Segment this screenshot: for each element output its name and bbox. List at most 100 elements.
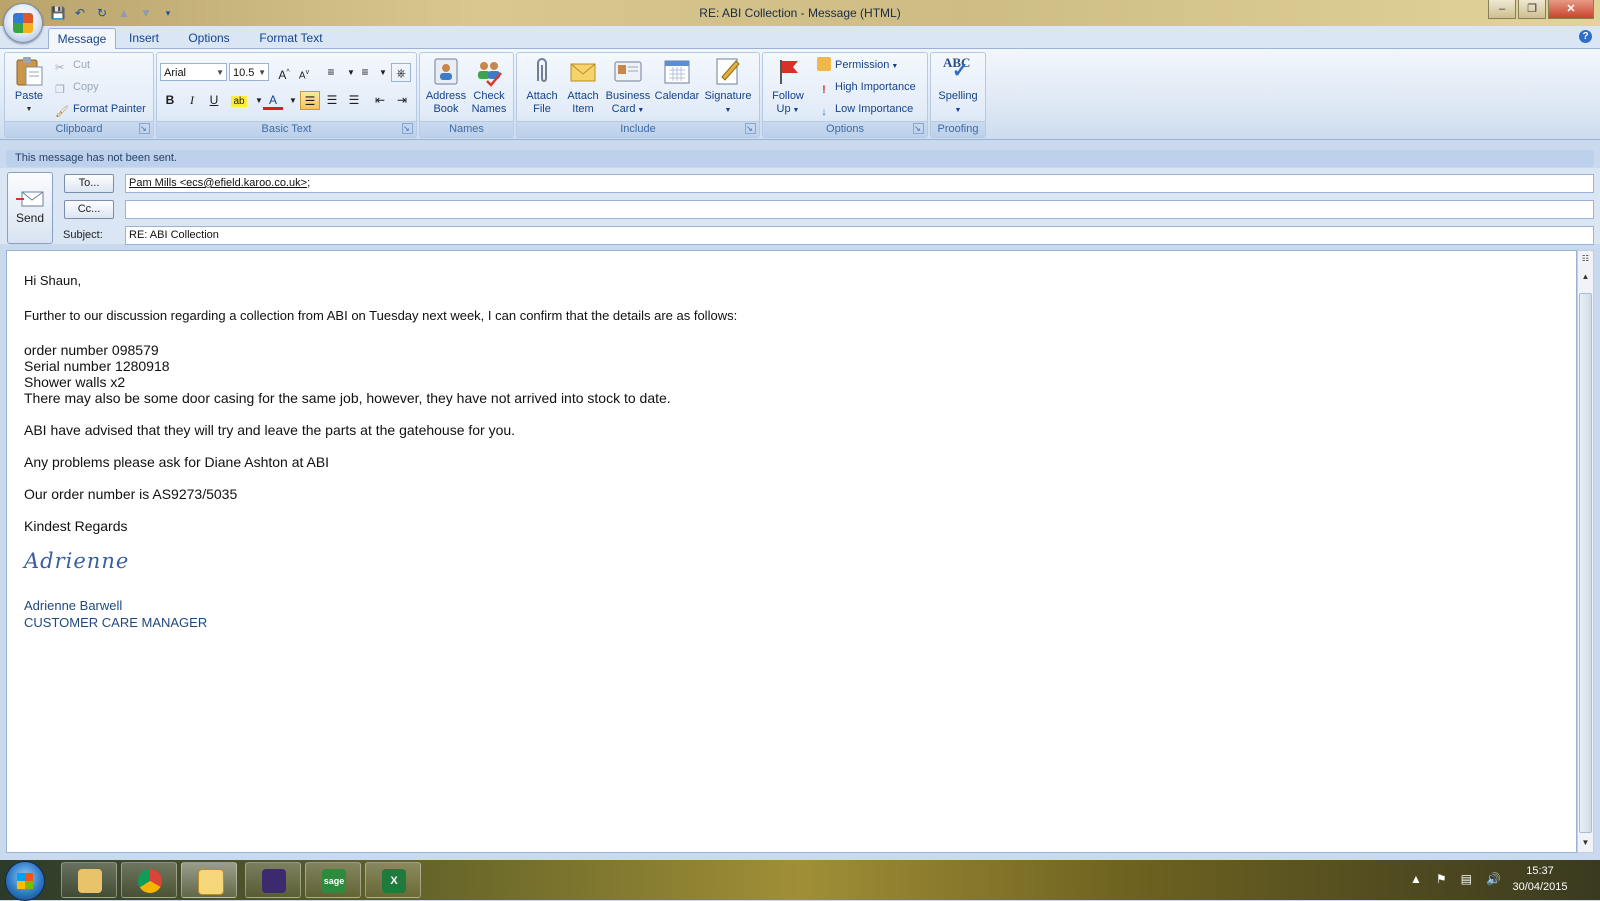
folder-icon <box>78 869 102 893</box>
recipient-token[interactable]: Pam Mills <ecs@efield.karoo.co.uk> <box>129 177 307 189</box>
low-importance-button[interactable]: ↓ Low Importance <box>817 100 913 118</box>
attach-file-button[interactable]: Attach File <box>521 55 563 116</box>
taskbar-outlook[interactable] <box>181 862 237 898</box>
spelling-label: Spelling <box>938 90 978 102</box>
increase-indent-icon[interactable]: ⇥ <box>392 91 412 110</box>
cc-field[interactable] <box>125 200 1594 219</box>
bullets-icon[interactable]: ≡ <box>321 63 341 82</box>
paintbrush-icon: 🖌 <box>55 106 69 118</box>
send-label: Send <box>15 211 45 225</box>
chrome-icon <box>138 869 162 893</box>
copy-button[interactable]: ❐ Copy <box>55 78 99 96</box>
clear-formatting-icon[interactable]: ⎈ <box>391 63 411 82</box>
volume-icon[interactable]: 🔊 <box>1486 872 1501 886</box>
taskbar-sage[interactable]: sage <box>305 862 361 898</box>
taskbar-excel[interactable]: X <box>365 862 421 898</box>
grow-font-icon[interactable]: A^ <box>274 63 294 82</box>
font-color-button[interactable]: A <box>263 91 283 110</box>
align-left-icon[interactable]: ☰ <box>300 91 320 110</box>
body-order-number: order number 098579 <box>24 342 159 358</box>
start-button[interactable] <box>5 861 45 901</box>
address-book-button[interactable]: Address Book <box>424 55 468 116</box>
dialog-launcher-icon[interactable]: ↘ <box>402 123 413 134</box>
dialog-launcher-icon[interactable]: ↘ <box>745 123 756 134</box>
taskbar-calendar-app[interactable] <box>245 862 301 898</box>
format-painter-button[interactable]: 🖌 Format Painter <box>55 100 146 118</box>
signature-script: Adrienne <box>24 549 130 573</box>
cut-button[interactable]: ✂ Cut <box>55 56 90 74</box>
arrow-down-icon: ↓ <box>821 106 827 118</box>
scroll-ruler-icon[interactable]: ☷ <box>1578 251 1593 266</box>
paste-button[interactable]: Paste ▼ <box>9 55 49 116</box>
group-clipboard: Paste ▼ ✂ Cut ❐ Copy 🖌 Format Painter Clipb… <box>4 52 154 138</box>
office-button[interactable] <box>3 3 43 43</box>
help-icon[interactable]: ? <box>1579 30 1592 43</box>
flag-icon <box>780 60 798 84</box>
numbering-dropdown-icon[interactable]: ▼ <box>373 63 393 82</box>
windows-logo-icon <box>17 873 33 889</box>
calendar-button[interactable]: Calendar <box>653 55 701 103</box>
excel-icon: X <box>382 869 406 893</box>
taskbar-explorer[interactable] <box>61 862 117 898</box>
shrink-font-icon[interactable]: Av <box>294 63 314 82</box>
paperclip-icon <box>537 58 547 82</box>
tab-insert[interactable]: Insert <box>122 28 166 48</box>
low-importance-label: Low Importance <box>835 103 914 115</box>
align-center-icon[interactable]: ☰ <box>322 91 342 110</box>
permission-button[interactable]: Permission ▼ <box>817 56 898 74</box>
decrease-indent-icon[interactable]: ⇤ <box>370 91 390 110</box>
follow-up-button[interactable]: Follow Up ▼ <box>767 55 809 117</box>
system-tray: ▲ ⚑ ▤ 🔊 <box>1410 872 1501 886</box>
calendar-grid-icon <box>262 869 286 893</box>
restore-icon[interactable]: ❐ <box>1518 0 1546 19</box>
font-name-select[interactable]: Arial ▼ <box>160 63 227 81</box>
to-button[interactable]: To... <box>64 174 114 193</box>
network-icon[interactable]: ▤ <box>1461 872 1472 886</box>
scroll-up-icon[interactable]: ▲ <box>1578 269 1593 284</box>
align-right-icon[interactable]: ☰ <box>344 91 364 110</box>
system-clock[interactable]: 15:37 30/04/2015 <box>1500 863 1580 895</box>
paste-dropdown-icon[interactable]: ▼ <box>9 103 49 116</box>
taskbar: sage X ▲ ⚑ ▤ 🔊 15:37 30/04/2015 <box>0 860 1600 901</box>
check-names-button[interactable]: Check Names <box>468 55 510 116</box>
attach-item-button[interactable]: Attach Item <box>563 55 603 116</box>
scroll-thumb[interactable] <box>1579 293 1592 833</box>
show-hidden-icons-icon[interactable]: ▲ <box>1410 872 1422 886</box>
group-label-basic-text: Basic Text <box>157 121 416 137</box>
numbering-icon[interactable]: ≡ <box>355 63 375 82</box>
business-card-icon <box>614 61 642 82</box>
permission-label: Permission <box>835 59 890 71</box>
font-size-select[interactable]: 10.5 ▼ <box>229 63 269 81</box>
taskbar-chrome[interactable] <box>121 862 177 898</box>
highlight-icon[interactable]: ab <box>229 91 249 110</box>
action-center-flag-icon[interactable]: ⚑ <box>1436 872 1447 886</box>
vertical-scrollbar[interactable]: ☷ ▲ ▼ <box>1577 250 1594 853</box>
send-button[interactable]: Send <box>7 172 53 244</box>
high-importance-button[interactable]: ! High Importance <box>817 78 916 96</box>
to-field[interactable]: Pam Mills <ecs@efield.karoo.co.uk>; <box>125 174 1594 193</box>
underline-button[interactable]: U <box>204 91 224 110</box>
clock-time: 15:37 <box>1526 865 1554 877</box>
copy-label: Copy <box>73 81 99 93</box>
signature-button[interactable]: Signature ▼ <box>701 55 755 117</box>
message-body[interactable]: Hi Shaun, Further to our discussion rega… <box>6 250 1577 853</box>
subject-field[interactable]: RE: ABI Collection <box>125 226 1594 245</box>
copy-icon: ❐ <box>55 84 65 96</box>
business-card-button[interactable]: Business Card ▼ <box>603 55 653 117</box>
cc-button[interactable]: Cc... <box>64 200 114 219</box>
close-icon[interactable]: ✕ <box>1548 0 1594 19</box>
tab-options[interactable]: Options <box>184 28 234 48</box>
group-options: Follow Up ▼ Permission ▼ ! High Importanc… <box>762 52 928 138</box>
group-include: Attach File Attach Item Business Card ▼ <box>516 52 760 138</box>
italic-button[interactable]: I <box>182 91 202 110</box>
minimize-icon[interactable]: – <box>1488 0 1516 19</box>
dialog-launcher-icon[interactable]: ↘ <box>139 123 150 134</box>
spelling-button[interactable]: ABC ✓ Spelling ▼ <box>933 55 983 117</box>
recipient-separator: ; <box>307 177 311 189</box>
tab-format-text[interactable]: Format Text <box>256 28 326 48</box>
tab-message[interactable]: Message <box>48 28 116 49</box>
scroll-down-icon[interactable]: ▼ <box>1578 835 1593 850</box>
clock-date: 30/04/2015 <box>1512 881 1568 893</box>
bold-button[interactable]: B <box>160 91 180 110</box>
dialog-launcher-icon[interactable]: ↘ <box>913 123 924 134</box>
